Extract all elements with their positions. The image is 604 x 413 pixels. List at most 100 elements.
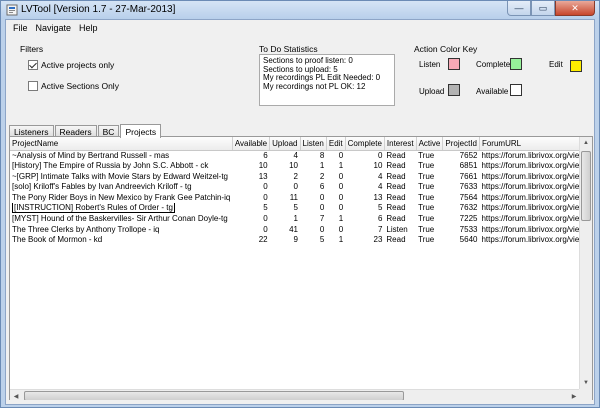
cell-complete[interactable]: 5	[345, 203, 384, 214]
cell-project-id[interactable]: 7564	[443, 193, 480, 204]
column-header-project-id[interactable]: ProjectId	[442, 137, 480, 151]
cell-forum-url[interactable]: https://forum.librivox.org/viewtopic.php…	[479, 235, 592, 246]
cell-upload[interactable]: 11	[270, 193, 300, 204]
cell-project-name[interactable]: [solo] Kriloff's Fables by Ivan Andreevi…	[10, 182, 232, 193]
cell-interest[interactable]: Read	[384, 193, 416, 204]
table-row[interactable]: ~Analysis of Mind by Bertrand Russell - …	[10, 150, 592, 161]
cell-forum-url[interactable]: https://forum.librivox.org/viewtopic.php…	[479, 150, 592, 161]
minimize-button[interactable]: —	[507, 1, 531, 16]
cell-forum-url[interactable]: https://forum.librivox.org/viewtopic.php…	[479, 214, 592, 225]
cell-upload[interactable]: 41	[270, 225, 300, 236]
scroll-up-icon[interactable]: ▲	[580, 137, 592, 149]
cell-active[interactable]: True	[416, 203, 443, 214]
active-sections-only-checkbox[interactable]: Active Sections Only	[28, 81, 119, 91]
cell-interest[interactable]: Read	[384, 182, 416, 193]
cell-listen[interactable]: 2	[300, 172, 326, 183]
column-header-listen[interactable]: Listen	[300, 137, 327, 151]
cell-project-name[interactable]: The Pony Rider Boys in New Mexico by Fra…	[10, 193, 232, 204]
cell-interest[interactable]: Read	[384, 214, 416, 225]
maximize-button[interactable]: ▭	[531, 1, 555, 16]
table-row[interactable]: [solo] Kriloff's Fables by Ivan Andreevi…	[10, 182, 592, 193]
cell-project-id[interactable]: 7633	[443, 182, 480, 193]
column-header-available[interactable]: Available	[232, 137, 271, 151]
cell-available[interactable]: 10	[232, 161, 269, 172]
cell-project-id[interactable]: 5640	[443, 235, 480, 246]
cell-project-id[interactable]: 7225	[443, 214, 480, 225]
cell-project-id[interactable]: 7661	[443, 172, 480, 183]
cell-interest[interactable]: Read	[384, 203, 416, 214]
cell-active[interactable]: True	[416, 225, 443, 236]
menu-file[interactable]: File	[10, 23, 33, 33]
cell-forum-url[interactable]: https://forum.librivox.org/viewtopic.php…	[479, 203, 592, 214]
cell-forum-url[interactable]: https://forum.librivox.org/viewtopic.php…	[479, 225, 592, 236]
scroll-down-icon[interactable]: ▼	[580, 377, 592, 389]
menu-navigate[interactable]: Navigate	[33, 23, 77, 33]
cell-active[interactable]: True	[416, 235, 443, 246]
cell-upload[interactable]: 10	[270, 161, 300, 172]
cell-complete[interactable]: 6	[345, 214, 384, 225]
cell-complete[interactable]: 7	[345, 225, 384, 236]
vertical-scroll-thumb[interactable]	[581, 151, 591, 221]
cell-project-id[interactable]: 7632	[443, 203, 480, 214]
table-row[interactable]: [INSTRUCTION] Robert's Rules of Order - …	[10, 203, 592, 214]
cell-forum-url[interactable]: https://forum.librivox.org/viewtopic.php…	[479, 172, 592, 183]
cell-complete[interactable]: 4	[345, 182, 384, 193]
cell-complete[interactable]: 13	[345, 193, 384, 204]
cell-project-name[interactable]: The Three Clerks by Anthony Trollope - i…	[10, 225, 232, 236]
cell-available[interactable]: 0	[232, 214, 269, 225]
cell-listen[interactable]: 0	[300, 203, 326, 214]
cell-available[interactable]: 0	[232, 225, 269, 236]
cell-active[interactable]: True	[416, 193, 443, 204]
cell-project-name[interactable]: ~Analysis of Mind by Bertrand Russell - …	[10, 150, 232, 161]
cell-edit[interactable]: 1	[326, 214, 345, 225]
close-button[interactable]: ✕	[555, 1, 595, 16]
vertical-scrollbar[interactable]: ▲ ▼	[579, 137, 592, 389]
cell-upload[interactable]: 4	[270, 150, 300, 161]
cell-forum-url[interactable]: https://forum.librivox.org/viewtopic.php…	[479, 182, 592, 193]
cell-forum-url[interactable]: https://forum.librivox.org/viewtopic.php…	[479, 193, 592, 204]
cell-available[interactable]: 13	[232, 172, 269, 183]
cell-active[interactable]: True	[416, 172, 443, 183]
cell-listen[interactable]: 0	[300, 193, 326, 204]
table-row[interactable]: [MYST] Hound of the Baskervilles- Sir Ar…	[10, 214, 592, 225]
cell-available[interactable]: 5	[232, 203, 269, 214]
cell-edit[interactable]: 1	[326, 161, 345, 172]
cell-project-name[interactable]: [INSTRUCTION] Robert's Rules of Order - …	[10, 203, 232, 214]
checkbox-checked-icon[interactable]	[28, 60, 38, 70]
cell-listen[interactable]: 1	[300, 161, 326, 172]
active-projects-only-checkbox[interactable]: Active projects only	[28, 60, 114, 70]
cell-edit[interactable]: 0	[326, 193, 345, 204]
table-row[interactable]: The Three Clerks by Anthony Trollope - i…	[10, 225, 592, 236]
cell-project-name[interactable]: [History] The Empire of Russia by John S…	[10, 161, 232, 172]
projects-grid[interactable]: ProjectName Available Upload Listen Edit…	[9, 136, 593, 403]
cell-active[interactable]: True	[416, 161, 443, 172]
menu-help[interactable]: Help	[76, 23, 103, 33]
cell-project-id[interactable]: 7533	[443, 225, 480, 236]
cell-edit[interactable]: 1	[326, 235, 345, 246]
cell-edit[interactable]: 0	[326, 172, 345, 183]
cell-edit[interactable]: 0	[326, 182, 345, 193]
cell-complete[interactable]: 4	[345, 172, 384, 183]
cell-edit[interactable]: 0	[326, 225, 345, 236]
cell-complete[interactable]: 23	[345, 235, 384, 246]
cell-active[interactable]: True	[416, 182, 443, 193]
cell-listen[interactable]: 0	[300, 225, 326, 236]
cell-available[interactable]: 0	[232, 193, 269, 204]
cell-interest[interactable]: Listen	[384, 225, 416, 236]
cell-forum-url[interactable]: https://forum.librivox.org/viewtopic.php…	[479, 161, 592, 172]
cell-complete[interactable]: 10	[345, 161, 384, 172]
cell-edit[interactable]: 0	[326, 203, 345, 214]
table-row[interactable]: ~[GRP] Intimate Talks with Movie Stars b…	[10, 172, 592, 183]
cell-upload[interactable]: 1	[270, 214, 300, 225]
cell-complete[interactable]: 0	[345, 150, 384, 161]
cell-project-id[interactable]: 6851	[443, 161, 480, 172]
cell-interest[interactable]: Read	[384, 235, 416, 246]
title-bar[interactable]: LVTool [Version 1.7 - 27-Mar-2013] — ▭ ✕	[1, 1, 599, 19]
table-row[interactable]: [History] The Empire of Russia by John S…	[10, 161, 592, 172]
cell-upload[interactable]: 9	[270, 235, 300, 246]
cell-project-id[interactable]: 7652	[443, 150, 480, 161]
cell-edit[interactable]: 0	[326, 150, 345, 161]
cell-listen[interactable]: 6	[300, 182, 326, 193]
table-row[interactable]: The Book of Mormon - kd 22 9 5 1 23 Read True 56…	[10, 235, 592, 246]
cell-available[interactable]: 22	[232, 235, 269, 246]
